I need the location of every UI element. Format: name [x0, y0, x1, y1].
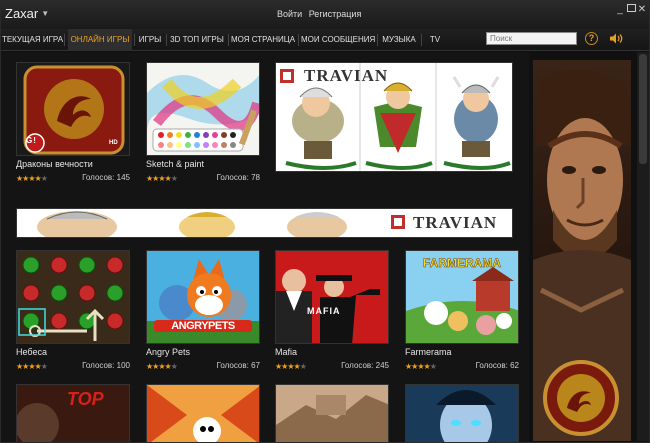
- votes-count: Голосов: 245: [341, 361, 389, 370]
- login-link[interactable]: Войти: [277, 9, 302, 19]
- tab-my-page[interactable]: МОЯ СТРАНИЦА: [231, 29, 295, 51]
- tab-online-games[interactable]: ОНЛАЙН ИГРЫ: [68, 29, 132, 51]
- tab-separator: [298, 34, 299, 46]
- rating-stars: ★★★★★: [146, 362, 178, 371]
- tab-separator: [228, 34, 229, 46]
- side-ad-banner[interactable]: [533, 60, 631, 441]
- game-title[interactable]: Farmerama: [405, 347, 452, 357]
- tab-3d-top-games[interactable]: 3D ТОП ИГРЫ: [169, 29, 225, 51]
- hd-badge: HD: [109, 140, 118, 146]
- votes-count: Голосов: 100: [82, 361, 130, 370]
- g1-logo-text: G!: [26, 136, 37, 145]
- search-input[interactable]: [486, 32, 577, 45]
- rating-stars: ★★★★★: [16, 174, 48, 183]
- rating-stars: ★★★★★: [275, 362, 307, 371]
- travian-logo-text: TRAVIAN: [413, 213, 498, 232]
- mafia-logo: MAFIA: [307, 306, 341, 316]
- votes-count: Голосов: 67: [216, 361, 260, 370]
- scrollbar-thumb[interactable]: [639, 54, 647, 164]
- game-thumbnail[interactable]: [275, 250, 389, 344]
- rating-stars: ★★★★★: [16, 362, 48, 371]
- votes-count: Голосов: 62: [475, 361, 519, 370]
- tab-music[interactable]: МУЗЫКА: [380, 29, 418, 51]
- tab-separator: [166, 34, 167, 46]
- game-thumbnail[interactable]: [146, 62, 260, 156]
- rating-stars: ★★★★★: [405, 362, 437, 371]
- tab-separator: [64, 34, 65, 46]
- tab-tv[interactable]: TV: [424, 29, 446, 51]
- tab-current-game[interactable]: ТЕКУЩАЯ ИГРА: [1, 29, 64, 51]
- tab-separator: [377, 34, 378, 46]
- travian-wide-banner[interactable]: TRAVIAN: [16, 208, 513, 238]
- game-thumbnail[interactable]: [275, 384, 389, 442]
- tab-separator: [421, 34, 422, 46]
- game-title[interactable]: Небеса: [16, 347, 47, 357]
- game-thumbnail[interactable]: TOP: [16, 384, 130, 442]
- game-title[interactable]: Драконы вечности: [16, 159, 93, 169]
- game-title[interactable]: Sketch & paint: [146, 159, 204, 169]
- app-window: Zaxar ▼ Войти Регистрация _ ✕ ТЕКУЩАЯ ИГР…: [0, 0, 650, 443]
- close-icon[interactable]: ✕: [636, 5, 648, 15]
- auth-links: Войти Регистрация: [277, 9, 365, 19]
- scrollbar[interactable]: [637, 52, 649, 441]
- games-grid: G! HD Драконы вечности ★★★★★ Голосов: 14…: [1, 52, 529, 442]
- travian-ad-banner[interactable]: TRAVIAN: [275, 62, 513, 172]
- help-icon[interactable]: ?: [585, 32, 598, 45]
- top-logo: TOP: [67, 389, 104, 409]
- title-bar: Zaxar ▼ Войти Регистрация _ ✕: [1, 1, 649, 29]
- angry-pets-logo: ANGRYPETS: [154, 320, 252, 332]
- app-menu-button[interactable]: Zaxar ▼: [5, 6, 49, 21]
- votes-count: Голосов: 145: [82, 173, 130, 182]
- tab-games[interactable]: ИГРЫ: [136, 29, 164, 51]
- rating-stars: ★★★★★: [146, 174, 178, 183]
- game-title[interactable]: Angry Pets: [146, 347, 190, 357]
- app-name: Zaxar: [5, 6, 39, 21]
- game-thumbnail[interactable]: [16, 250, 130, 344]
- tab-separator: [134, 34, 135, 46]
- farmerama-logo: FARMERAMA: [423, 256, 502, 271]
- speaker-icon[interactable]: [609, 32, 623, 45]
- caret-down-icon: ▼: [41, 9, 50, 18]
- game-thumbnail[interactable]: [146, 384, 260, 442]
- tab-my-messages[interactable]: МОИ СООБЩЕНИЯ: [301, 29, 375, 51]
- votes-count: Голосов: 78: [216, 173, 260, 182]
- travian-logo-text: TRAVIAN: [304, 66, 389, 85]
- game-thumbnail[interactable]: [405, 384, 519, 442]
- register-link[interactable]: Регистрация: [309, 9, 362, 19]
- game-title[interactable]: Mafia: [275, 347, 297, 357]
